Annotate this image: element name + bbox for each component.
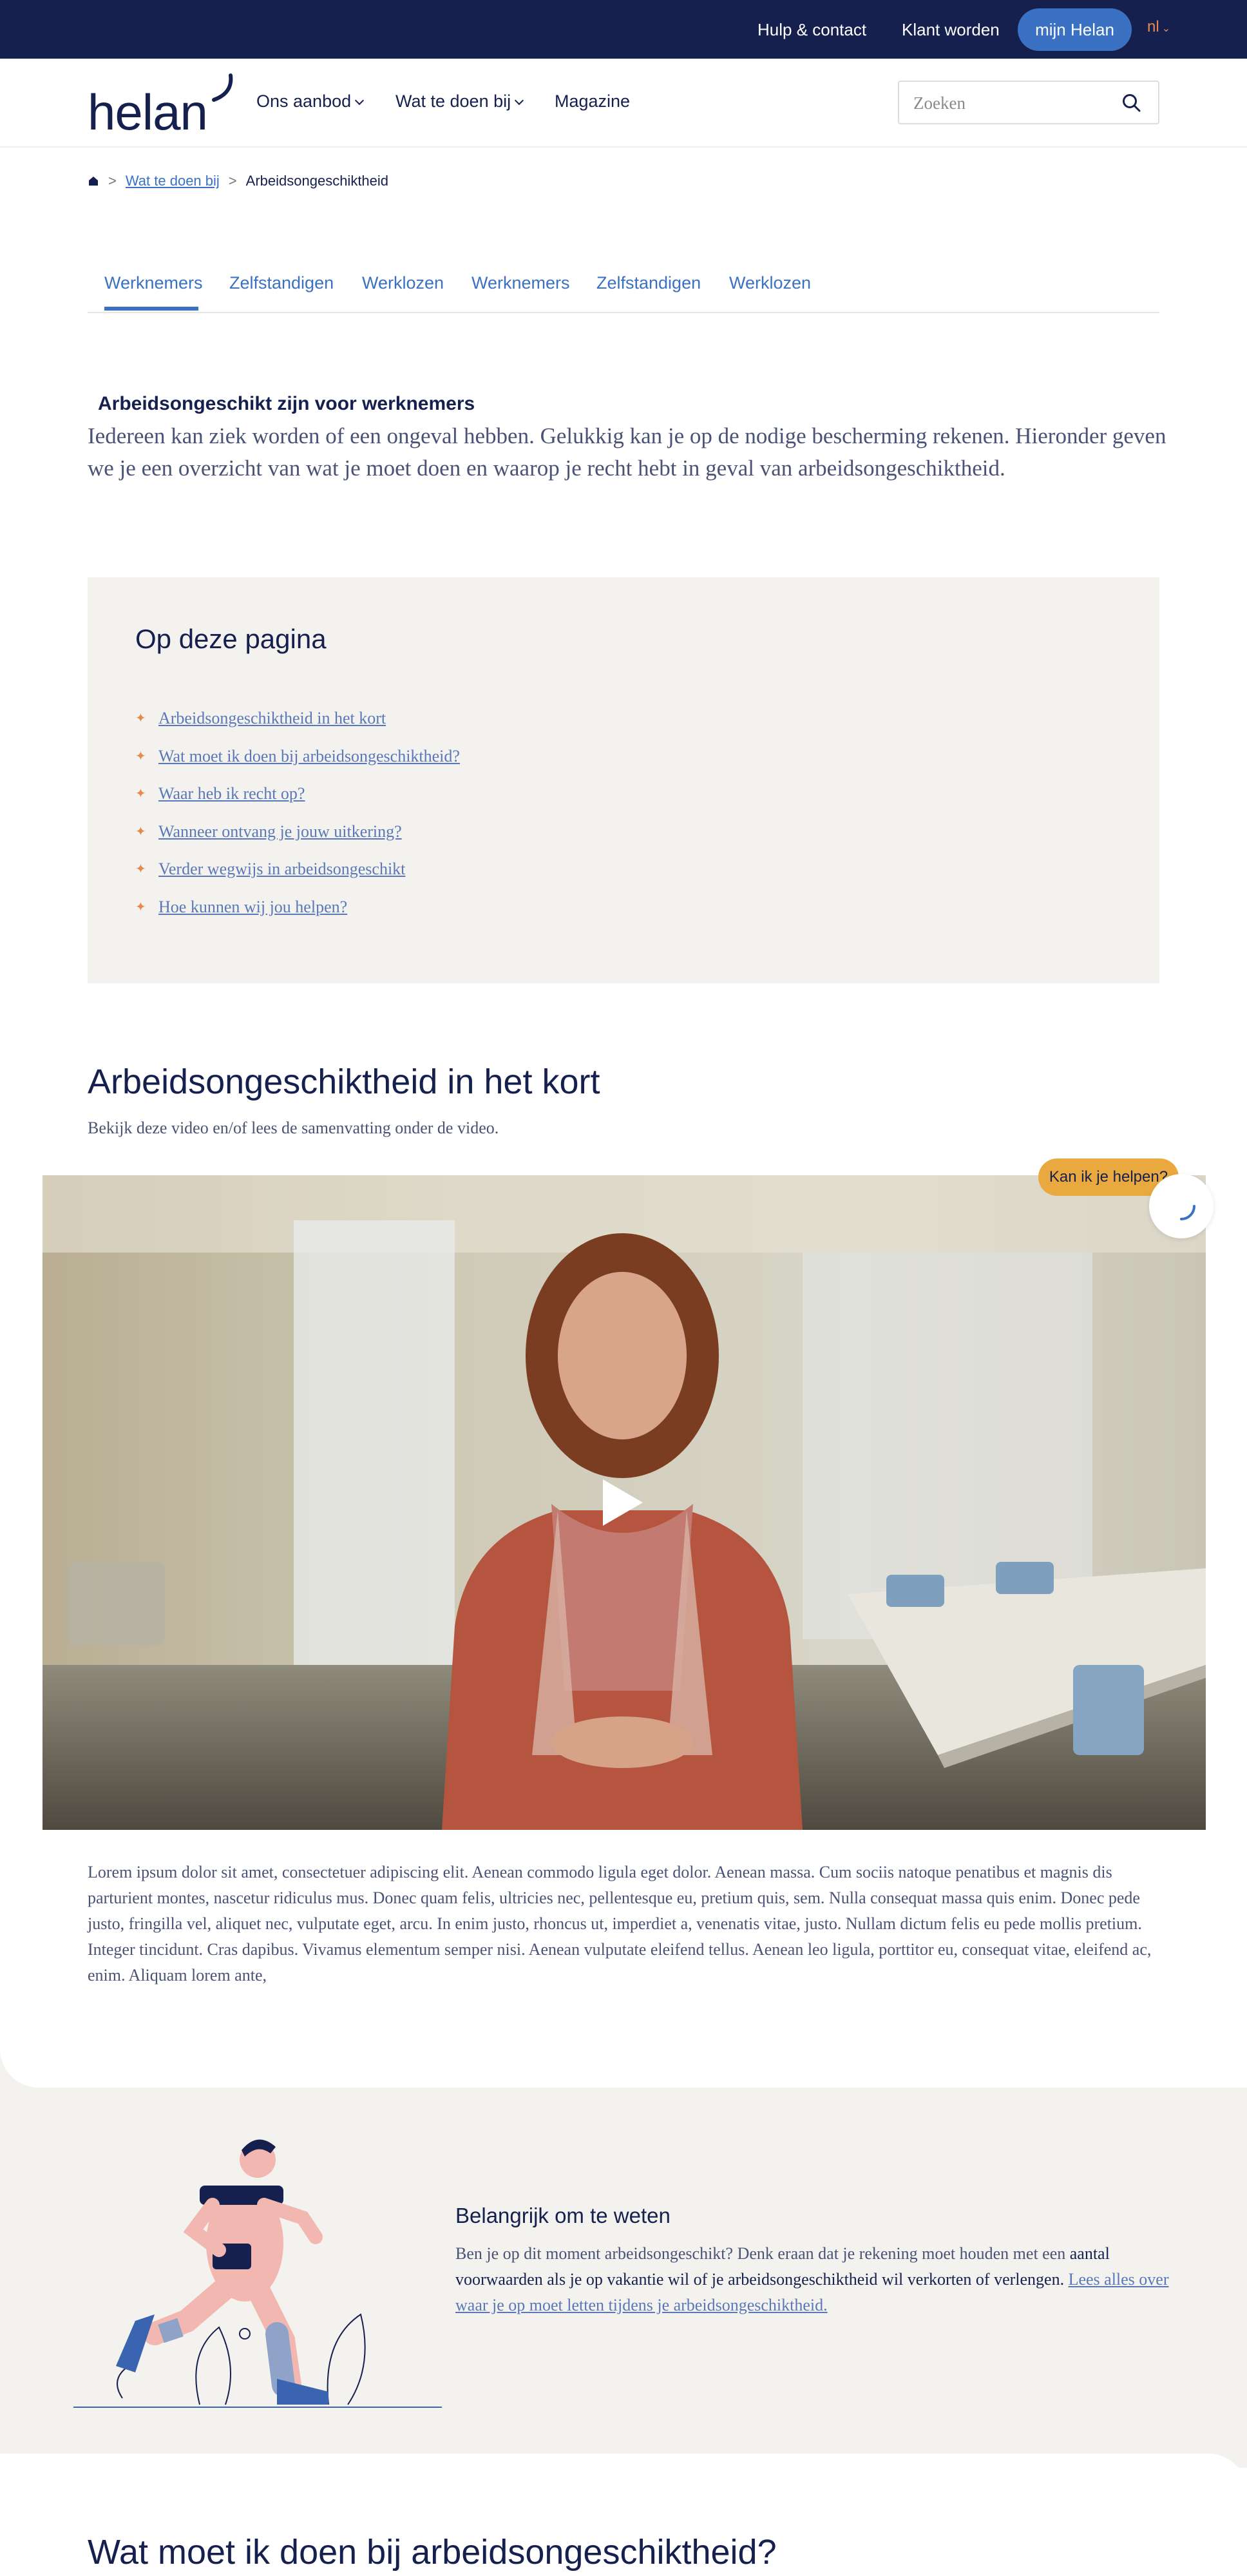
toc-title: Op deze pagina [135,624,327,654]
chevron-down-icon: ⌄ [1161,23,1171,34]
breadcrumb-link[interactable]: Wat te doen bij [126,173,220,189]
tab-werknemers[interactable]: Werknemers [471,273,570,293]
chevron-down-icon [355,95,365,106]
main-header: helan Ons aanbod Wat te doen bij Magazin… [0,59,1247,148]
toc-item: ✦ Arbeidsongeschiktheid in het kort [135,700,460,738]
toc-item: ✦ Wat moet ik doen bij arbeidsongeschikth… [135,738,460,776]
tab-werklozen[interactable]: Werklozen [362,273,444,293]
logo-swoosh-icon [212,73,233,102]
breadcrumb: > Wat te doen bij > Arbeidsongeschikthei… [88,173,388,189]
bullet-icon: ✦ [135,899,146,914]
language-selector[interactable]: nl ⌄ [1147,18,1170,36]
top-bar: Hulp & contact Klant worden mijn Helan n… [0,0,1247,59]
become-client-link[interactable]: Klant worden [902,20,1000,40]
toc-link[interactable]: Verder wegwijs in arbeidsongeschikt [158,851,405,889]
tab-zelfstandigen[interactable]: Zelfstandigen [596,273,701,293]
helan-logo[interactable]: helan [88,73,240,140]
toc-link[interactable]: Arbeidsongeschiktheid in het kort [158,700,386,738]
tab-werklozen[interactable]: Werklozen [729,273,811,293]
video-player[interactable] [43,1175,1206,1830]
toc-link[interactable]: Hoe kunnen wij jou helpen? [158,889,347,927]
search-icon[interactable] [1121,92,1143,114]
nav-wat-te-doen-bij[interactable]: Wat te doen bij [395,91,524,111]
important-title: Belangrijk om te weten [455,2204,671,2227]
section-subtitle: Bekijk deze video en/of lees de samenvat… [88,1119,499,1137]
video-summary-text: Lorem ipsum dolor sit amet, consectetuer… [88,1863,1152,1985]
toc-item: ✦ Waar heb ik recht op? [135,775,460,813]
play-icon[interactable] [603,1479,643,1526]
nav-label: Wat te doen bij [395,91,511,111]
audience-tabs: Werknemers Zelfstandigen Werklozen Werkn… [88,269,1159,313]
toc-item: ✦ Hoe kunnen wij jou helpen? [135,889,460,927]
nav-label: Ons aanbod [256,91,352,111]
toc-item: ✦ Verder wegwijs in arbeidsongeschikt [135,851,460,889]
important-text-part: Ben je op dit moment arbeidsongeschikt? … [455,2244,1070,2263]
toc-link[interactable]: Wanneer ontvang je jouw uitkering? [158,813,402,851]
toc-item: ✦ Wanneer ontvang je jouw uitkering? [135,813,460,851]
home-icon[interactable] [88,175,99,187]
bullet-icon: ✦ [135,787,146,801]
running-person-illustration [73,2139,442,2408]
active-tab-indicator [104,307,198,311]
toc-link[interactable]: Wat moet ik doen bij arbeidsongeschikthe… [158,738,460,776]
search-box [898,81,1159,124]
intro-title: Arbeidsongeschikt zijn voor werknemers [98,393,475,414]
section-title: Arbeidsongeschiktheid in het kort [88,1062,600,1101]
bullet-icon: ✦ [135,749,146,764]
nav-label: Magazine [555,91,631,111]
toc-link[interactable]: Waar heb ik recht op? [158,775,305,813]
loading-icon [1180,1205,1195,1220]
important-text: Ben je op dit moment arbeidsongeschikt? … [455,2241,1170,2318]
tab-werknemers[interactable]: Werknemers [104,273,203,293]
nav-magazine[interactable]: Magazine [555,91,630,111]
mijn-helan-button[interactable]: mijn Helan [1018,8,1132,51]
bullet-icon: ✦ [135,711,146,726]
bullet-icon: ✦ [135,862,146,876]
section-curve [0,2023,1247,2088]
search-input[interactable] [913,91,1107,115]
help-contact-link[interactable]: Hulp & contact [757,20,866,40]
breadcrumb-separator: > [108,173,117,189]
language-label: nl [1147,18,1159,35]
on-this-page-box: Op deze pagina ✦ Arbeidsongeschiktheid in… [88,577,1159,983]
tab-zelfstandigen[interactable]: Zelfstandigen [229,273,334,293]
chevron-down-icon [515,95,524,106]
chat-launcher[interactable] [1149,1174,1214,1238]
nav-ons-aanbod[interactable]: Ons aanbod [256,91,365,111]
bullet-icon: ✦ [135,824,146,839]
breadcrumb-separator: > [228,173,237,189]
breadcrumb-current: Arbeidsongeschiktheid [245,173,389,189]
toc-list: ✦ Arbeidsongeschiktheid in het kort ✦ Wat … [135,700,460,926]
next-section-title: Wat moet ik doen bij arbeidsongeschikthe… [88,2533,777,2571]
intro-text: Iedereen kan ziek worden of een ongeval … [88,423,1166,481]
logo-text: helan [88,84,208,140]
